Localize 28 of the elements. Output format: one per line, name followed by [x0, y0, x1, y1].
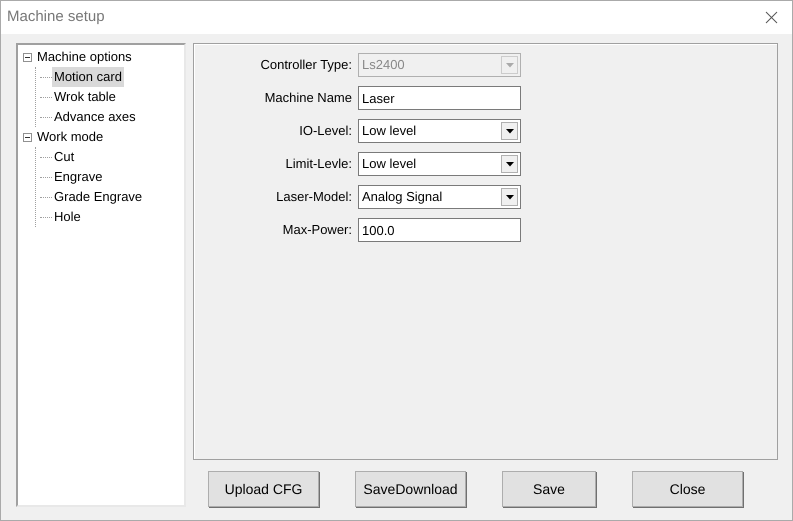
tree-item[interactable]: Cut [52, 147, 76, 167]
field-label: Controller Type: [259, 56, 353, 74]
collapse-icon[interactable] [23, 132, 32, 142]
dialog-button[interactable]: Upload CFG [208, 471, 319, 507]
tree-item[interactable]: Machine options [35, 47, 134, 67]
close-icon[interactable] [765, 11, 778, 24]
tree-item[interactable]: Advance axes [52, 107, 138, 127]
input-field[interactable]: 100.0 [358, 218, 521, 242]
dialog-button[interactable]: Close [632, 471, 743, 507]
tree-item[interactable]: Wrok table [52, 87, 118, 107]
tree-item[interactable]: Work mode [35, 127, 106, 147]
dropdown[interactable]: Low level [358, 119, 521, 143]
field-label: Limit-Levle: [284, 155, 353, 174]
field-label: Machine Name [264, 89, 353, 108]
tree-item[interactable]: Engrave [52, 167, 104, 187]
tree-item[interactable]: Hole [52, 207, 83, 227]
input-field[interactable]: Laser [358, 86, 521, 110]
dropdown[interactable]: Analog Signal [358, 185, 521, 209]
field-label: IO-Level: [298, 122, 353, 140]
collapse-icon[interactable] [23, 52, 32, 62]
field-label: Laser-Model: [275, 188, 353, 206]
tree-item[interactable]: Motion card [52, 67, 124, 87]
dialog-button[interactable]: Save [502, 471, 596, 507]
window-title: Machine setup [7, 7, 105, 28]
tree-item[interactable]: Grade Engrave [52, 187, 144, 207]
field-label: Max-Power: [282, 221, 353, 240]
dropdown[interactable]: Low level [358, 152, 521, 176]
dialog-button[interactable]: SaveDownload [355, 471, 466, 507]
